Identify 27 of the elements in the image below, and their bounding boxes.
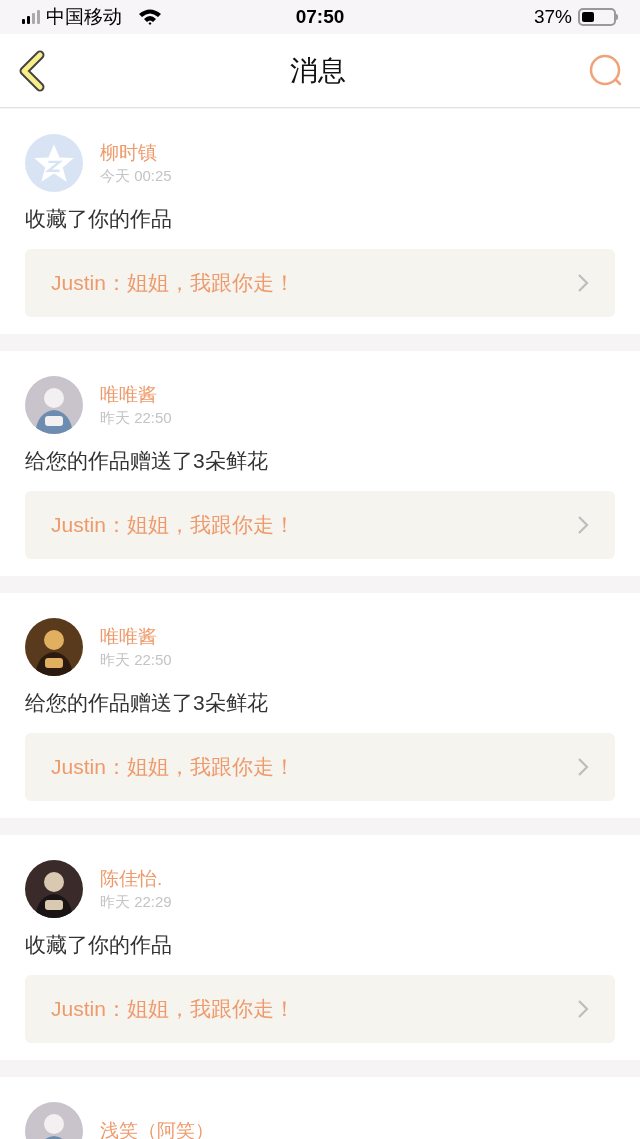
message-text: 给您的作品赠送了3朵鲜花	[25, 690, 269, 716]
chevron-right-icon	[577, 515, 589, 535]
message-time: 今天 00:25	[100, 166, 172, 186]
chevron-right-icon	[577, 757, 589, 777]
user-name[interactable]: 唯唯酱	[100, 382, 172, 408]
quoted-work-link[interactable]: Justin：姐姐，我跟你走！	[25, 733, 615, 801]
battery-icon	[578, 8, 618, 26]
message-time: 昨天 22:50	[100, 408, 172, 428]
message-time: 昨天 22:29	[100, 892, 172, 912]
page-title: 消息	[290, 53, 346, 88]
clock: 07:50	[295, 4, 345, 29]
chevron-right-icon	[577, 273, 589, 293]
user-name[interactable]: 柳时镇	[100, 140, 172, 166]
chevron-right-icon	[577, 999, 589, 1019]
quoted-work-link[interactable]: Justin：姐姐，我跟你走！	[25, 249, 615, 317]
message-text: 收藏了你的作品	[25, 932, 173, 958]
message-text: 给您的作品赠送了3朵鲜花	[25, 448, 269, 474]
message-text: 收藏了你的作品	[25, 206, 173, 232]
signal-icon	[22, 10, 40, 24]
wifi-icon	[138, 8, 162, 26]
battery-percent: 37%	[533, 4, 572, 29]
user-name[interactable]: 唯唯酱	[100, 624, 172, 650]
quoted-work-link[interactable]: Justin：姐姐，我跟你走！	[25, 491, 615, 559]
quoted-work-link[interactable]: Justin：姐姐，我跟你走！	[25, 975, 615, 1043]
message-time: 昨天 22:50	[100, 650, 172, 670]
carrier-name: 中国移动	[46, 4, 122, 29]
user-name[interactable]: 陈佳怡.	[100, 866, 172, 892]
